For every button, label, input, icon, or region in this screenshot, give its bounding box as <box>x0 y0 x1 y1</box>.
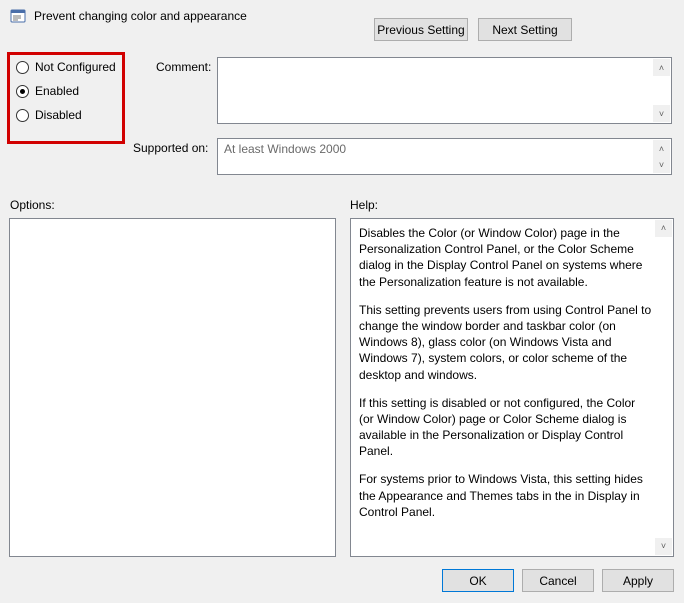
scroll-down-icon[interactable]: ˅ <box>653 156 670 173</box>
help-paragraph: Disables the Color (or Window Color) pag… <box>359 225 653 290</box>
dialog-footer: OK Cancel Apply <box>442 569 674 592</box>
radio-icon <box>16 85 29 98</box>
scroll-down-icon[interactable]: ˅ <box>653 105 670 122</box>
help-label: Help: <box>350 198 378 212</box>
nav-buttons: Previous Setting Next Setting <box>374 18 572 41</box>
policy-title: Prevent changing color and appearance <box>34 9 247 23</box>
comment-label: Comment: <box>156 60 211 74</box>
radio-icon <box>16 109 29 122</box>
apply-button[interactable]: Apply <box>602 569 674 592</box>
radio-enabled[interactable]: Enabled <box>16 84 116 98</box>
help-panel: Disables the Color (or Window Color) pag… <box>350 218 674 557</box>
supported-on-label: Supported on: <box>133 141 208 155</box>
options-label: Options: <box>10 198 55 212</box>
previous-setting-button[interactable]: Previous Setting <box>374 18 468 41</box>
scroll-up-icon[interactable]: ˄ <box>653 59 670 76</box>
scroll-up-icon[interactable]: ˄ <box>655 220 672 237</box>
radio-label: Disabled <box>35 108 82 122</box>
comment-textarea[interactable]: ˄ ˅ <box>217 57 672 124</box>
help-paragraph: If this setting is disabled or not confi… <box>359 395 653 460</box>
help-paragraph: For systems prior to Windows Vista, this… <box>359 471 653 520</box>
supported-on-text: At least Windows 2000 <box>224 142 346 156</box>
policy-state-radiogroup: Not Configured Enabled Disabled <box>7 52 125 144</box>
supported-on-field: At least Windows 2000 ˄ ˅ <box>217 138 672 175</box>
radio-icon <box>16 61 29 74</box>
radio-label: Enabled <box>35 84 79 98</box>
policy-editor-pane: Prevent changing color and appearance Pr… <box>0 0 684 603</box>
policy-icon <box>10 8 26 24</box>
scroll-down-icon[interactable]: ˅ <box>655 538 672 555</box>
title-row: Prevent changing color and appearance <box>0 0 684 24</box>
cancel-button[interactable]: Cancel <box>522 569 594 592</box>
radio-label: Not Configured <box>35 60 116 74</box>
next-setting-button[interactable]: Next Setting <box>478 18 572 41</box>
help-paragraph: This setting prevents users from using C… <box>359 302 653 383</box>
options-panel <box>9 218 336 557</box>
radio-disabled[interactable]: Disabled <box>16 108 116 122</box>
scroll-up-icon[interactable]: ˄ <box>653 140 670 157</box>
ok-button[interactable]: OK <box>442 569 514 592</box>
radio-not-configured[interactable]: Not Configured <box>16 60 116 74</box>
